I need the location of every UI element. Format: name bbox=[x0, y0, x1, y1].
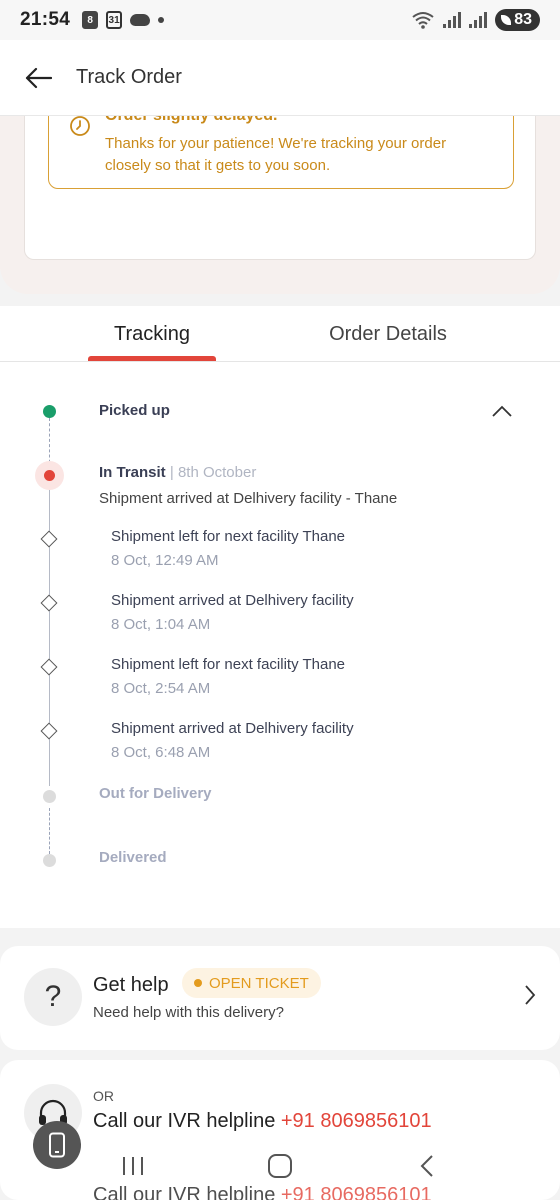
ticket-badge-label: OPEN TICKET bbox=[209, 974, 309, 992]
date-separator: | bbox=[169, 464, 174, 481]
ticket-status-dot bbox=[194, 979, 202, 987]
get-help-card[interactable]: ? Get help OPEN TICKET Need help with th… bbox=[0, 946, 560, 1050]
calendar-icon: 8 bbox=[82, 11, 99, 29]
scan-event: Shipment arrived at Delhivery facility bbox=[111, 592, 354, 609]
milestone-in-transit: In Transit | 8th October bbox=[99, 464, 256, 481]
scan-marker-icon bbox=[40, 530, 58, 548]
scan-event: Shipment arrived at Delhivery facility bbox=[111, 720, 354, 737]
open-ticket-badge[interactable]: OPEN TICKET bbox=[182, 968, 321, 998]
scan-marker-icon bbox=[40, 722, 58, 740]
status-bar: 21:54 8 31 83 bbox=[0, 0, 560, 40]
clock-icon bbox=[70, 116, 90, 136]
tab-tracking[interactable]: Tracking bbox=[72, 306, 232, 362]
wifi-icon bbox=[412, 12, 434, 29]
chevron-up-icon bbox=[492, 405, 512, 417]
in-transit-detail: Shipment arrived at Delhivery facility -… bbox=[99, 490, 398, 507]
scan-marker-icon bbox=[40, 658, 58, 676]
calendar-date-icon: 31 bbox=[106, 11, 123, 29]
scan-time: 8 Oct, 6:48 AM bbox=[111, 744, 211, 761]
question-mark-icon: ? bbox=[24, 968, 82, 1026]
tracking-panel: Tracking Order Details Picked up In Tran… bbox=[0, 306, 560, 928]
scan-event: Shipment left for next facility Thane bbox=[111, 656, 346, 673]
status-notification-icons: 8 31 bbox=[82, 11, 165, 29]
tab-order-details[interactable]: Order Details bbox=[300, 306, 476, 362]
order-status-card: Order slightly delayed. Thanks for your … bbox=[24, 116, 536, 260]
milestone-delivered: Delivered bbox=[99, 849, 167, 866]
order-status-area: Order slightly delayed. Thanks for your … bbox=[0, 116, 560, 294]
more-notifications-icon bbox=[158, 17, 165, 23]
milestone-out-for-delivery: Out for Delivery bbox=[99, 785, 212, 802]
in-transit-date-text: 8th October bbox=[177, 464, 257, 481]
status-system-icons: 83 bbox=[411, 9, 540, 31]
cloud-icon bbox=[130, 14, 151, 26]
system-nav-bar bbox=[0, 1132, 560, 1200]
chevron-left-icon bbox=[420, 1155, 433, 1177]
chevron-right-icon bbox=[525, 985, 536, 1005]
scan-marker-icon bbox=[40, 594, 58, 612]
delay-notice: Order slightly delayed. Thanks for your … bbox=[48, 116, 514, 189]
help-title: Get help bbox=[93, 974, 169, 996]
recent-apps-icon bbox=[123, 1157, 144, 1175]
status-done-dot bbox=[43, 405, 56, 418]
status-pending-dot bbox=[43, 790, 56, 803]
collapse-button[interactable] bbox=[484, 396, 520, 426]
status-time: 21:54 bbox=[20, 9, 71, 30]
timeline-connector bbox=[49, 482, 50, 786]
battery-indicator: 83 bbox=[495, 9, 540, 31]
ivr-label: Call our IVR helpline bbox=[93, 1110, 281, 1132]
active-tab-indicator bbox=[88, 356, 216, 361]
ivr-phone-link[interactable]: +91 8069856101 bbox=[281, 1110, 432, 1132]
recent-apps-button[interactable] bbox=[103, 1136, 163, 1196]
app-header: Track Order bbox=[0, 40, 560, 116]
tab-bar: Tracking Order Details bbox=[0, 306, 560, 362]
signal-icon bbox=[443, 12, 462, 28]
scan-time: 8 Oct, 2:54 AM bbox=[111, 680, 211, 697]
system-back-button[interactable] bbox=[397, 1136, 457, 1196]
home-icon bbox=[267, 1154, 292, 1178]
delay-title: Order slightly delayed. bbox=[105, 116, 278, 125]
status-pending-dot bbox=[43, 854, 56, 867]
help-subtitle: Need help with this delivery? bbox=[93, 1004, 284, 1021]
timeline-connector bbox=[49, 808, 50, 854]
scan-event: Shipment left for next facility Thane bbox=[111, 528, 346, 545]
back-button[interactable] bbox=[0, 40, 76, 116]
battery-level: 83 bbox=[514, 11, 532, 28]
in-transit-date: | 8th October bbox=[170, 464, 256, 481]
home-button[interactable] bbox=[250, 1136, 310, 1196]
in-transit-label: In Transit bbox=[99, 464, 166, 481]
milestone-picked-up: Picked up bbox=[99, 402, 170, 419]
delay-message: Thanks for your patience! We're tracking… bbox=[105, 135, 447, 174]
arrow-left-icon bbox=[25, 67, 52, 88]
leaf-icon bbox=[501, 15, 512, 25]
scan-time: 8 Oct, 12:49 AM bbox=[111, 552, 219, 569]
scan-time: 8 Oct, 1:04 AM bbox=[111, 616, 211, 633]
page-title: Track Order bbox=[76, 66, 182, 88]
or-label: OR bbox=[93, 1088, 114, 1104]
status-current-dot bbox=[44, 470, 55, 481]
signal-2-icon bbox=[469, 12, 488, 28]
ivr-text: Call our IVR helpline +91 8069856101 bbox=[93, 1110, 432, 1133]
